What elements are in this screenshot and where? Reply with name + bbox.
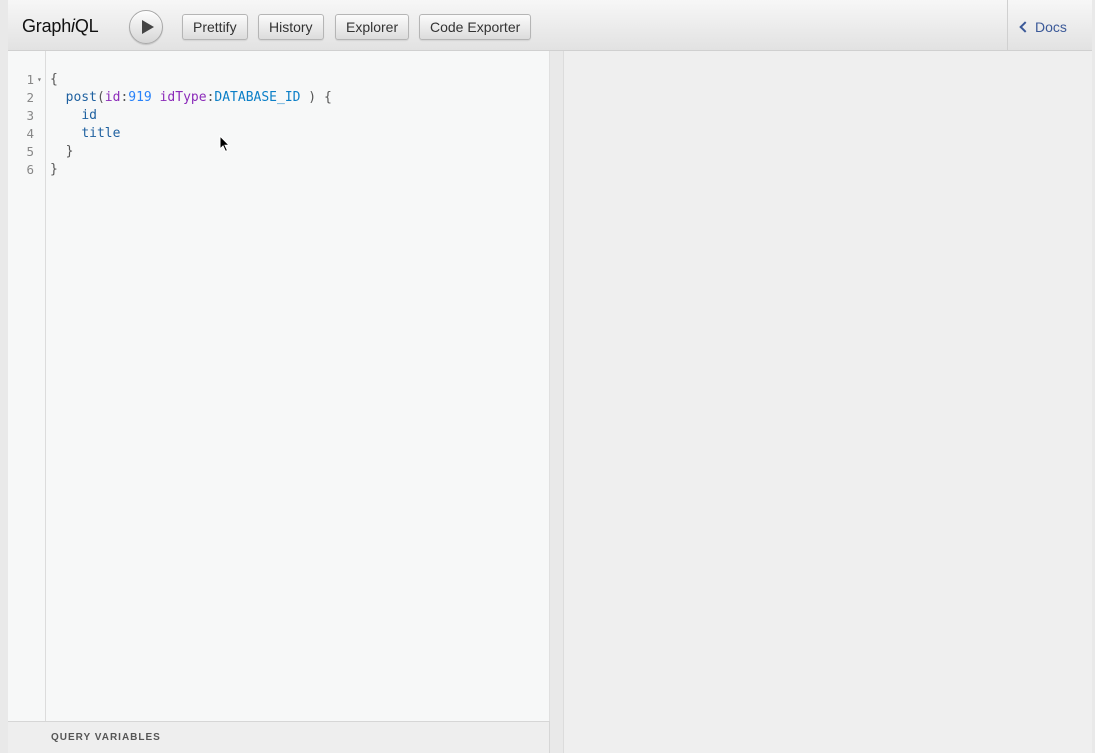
- code-token-punct: ) {: [300, 90, 332, 105]
- execute-query-button[interactable]: [129, 10, 163, 44]
- code-token-punct: }: [50, 162, 58, 177]
- mouse-cursor-icon: [219, 135, 231, 153]
- line-number: 5: [26, 144, 34, 159]
- code-token-field: id: [81, 108, 97, 123]
- code-line: 4 title: [8, 125, 549, 143]
- code-token-punct: (: [96, 90, 105, 105]
- code-exporter-button[interactable]: Code Exporter: [419, 14, 532, 40]
- code-token-field: post: [65, 90, 97, 105]
- code-line: 1 ▾ {: [8, 71, 549, 89]
- docs-area: Docs: [1007, 0, 1092, 51]
- docs-button[interactable]: Docs: [1019, 19, 1067, 35]
- graphiql-app: GraphiQL Prettify History Explorer Code …: [8, 0, 1092, 753]
- line-number: 2: [26, 90, 34, 105]
- result-pane: [564, 51, 1092, 753]
- explorer-button[interactable]: Explorer: [335, 14, 410, 40]
- chevron-left-icon: [1019, 21, 1031, 33]
- code-line: 5 }: [8, 143, 549, 161]
- code-token-arg: id: [104, 90, 121, 105]
- code-lines: 1 ▾{2 post(id:919 idType:DATABASE_ID ) {3…: [8, 71, 549, 179]
- code-text: }: [50, 161, 58, 179]
- code-token-field: title: [81, 126, 121, 141]
- code-line: 2 post(id:919 idType:DATABASE_ID ) {: [8, 89, 549, 107]
- code-text: id: [50, 107, 97, 125]
- logo-text-prefix: Graph: [22, 16, 72, 36]
- docs-label: Docs: [1035, 19, 1067, 35]
- line-number: 3: [26, 108, 34, 123]
- code-token-punct: {: [50, 72, 58, 87]
- graphiql-logo: GraphiQL: [22, 16, 99, 37]
- code-token-enum: DATABASE_ID: [214, 90, 301, 105]
- query-editor[interactable]: 1 ▾{2 post(id:919 idType:DATABASE_ID ) {3…: [8, 51, 550, 721]
- code-line: 6}: [8, 161, 549, 179]
- code-line: 3 id: [8, 107, 549, 125]
- query-variables-bar[interactable]: QUERY VARIABLES: [8, 721, 550, 753]
- code-text: {: [50, 71, 58, 89]
- code-token-num: 919: [128, 90, 152, 105]
- code-text: title: [50, 125, 120, 143]
- history-button[interactable]: History: [258, 14, 324, 40]
- code-token-punct: [152, 90, 160, 105]
- query-variables-title[interactable]: QUERY VARIABLES: [51, 732, 161, 743]
- code-text: }: [50, 143, 74, 161]
- line-number: 1: [26, 72, 34, 87]
- toolbar: GraphiQL Prettify History Explorer Code …: [8, 0, 1092, 51]
- line-number: 4: [26, 126, 34, 141]
- code-token-arg: idType: [159, 90, 207, 105]
- fold-toggle-icon[interactable]: ▾: [37, 71, 42, 89]
- play-icon: [142, 20, 154, 34]
- prettify-button[interactable]: Prettify: [182, 14, 248, 40]
- logo-text-suffix: QL: [74, 16, 99, 36]
- pane-divider[interactable]: [550, 51, 564, 753]
- code-token-punct: }: [65, 144, 74, 159]
- line-number: 6: [26, 162, 34, 177]
- code-text: post(id:919 idType:DATABASE_ID ) {: [50, 89, 332, 107]
